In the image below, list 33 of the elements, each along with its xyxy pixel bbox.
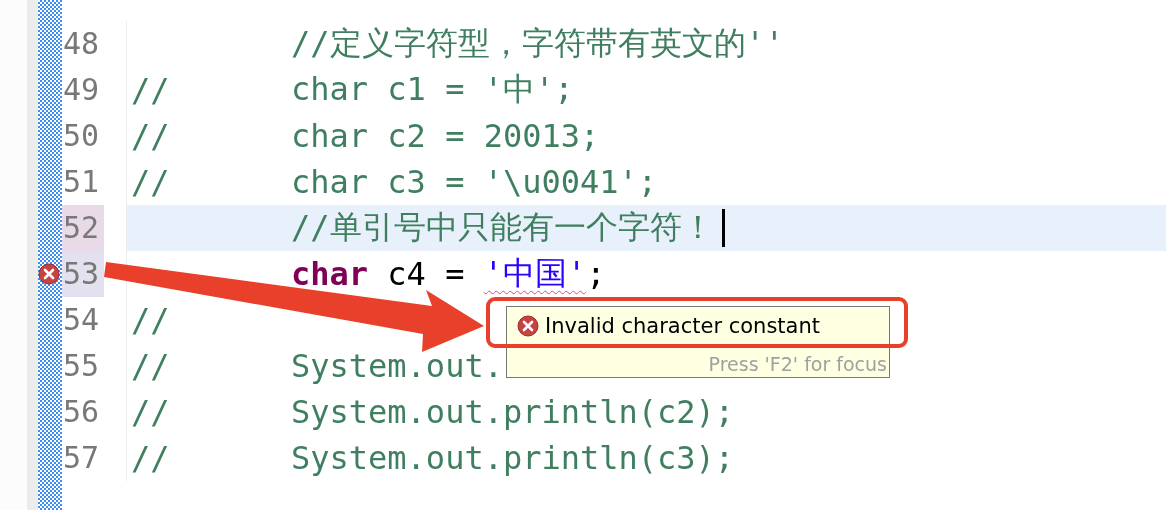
code-text: char [291, 255, 369, 293]
comment-marker: // [131, 347, 170, 385]
line-number: 57 [62, 439, 101, 477]
line-number: 56 [62, 393, 101, 431]
comment-marker: // [131, 301, 170, 339]
comment-marker: // [131, 71, 170, 109]
line-number: 49 [62, 71, 101, 109]
code-text: //单引号中只能有一个字符！ [291, 207, 714, 248]
code-text: c4 = [386, 255, 466, 293]
code-text: char c1 = '中'; [291, 69, 574, 110]
line-number: 50 [62, 117, 101, 155]
line-number: 52 [62, 205, 104, 251]
code-text: System.out. [291, 347, 503, 385]
line-number: 55 [62, 347, 101, 385]
comment-marker: // [131, 117, 170, 155]
text-caret [721, 209, 725, 247]
comment-marker: // [131, 393, 170, 431]
comment-marker: // [131, 163, 170, 201]
line-number: 54 [62, 301, 101, 339]
line-number: 53 [62, 251, 104, 297]
line-number: 51 [62, 163, 101, 201]
code-text: System.out.println(c3); [291, 439, 735, 477]
error-message: Invalid character constant [545, 314, 820, 338]
code-text: char c2 = 20013; [291, 117, 600, 155]
comment-marker: // [131, 439, 170, 477]
code-text: '中国' [483, 253, 587, 294]
code-text: //定义字符型，字符带有英文的'' [291, 23, 785, 64]
line-number: 48 [62, 25, 101, 63]
code-text: ; [586, 255, 606, 293]
code-text: char c3 = '\u0041'; [291, 163, 658, 201]
error-icon [517, 315, 539, 337]
focus-hint: Press 'F2' for focus [708, 353, 887, 375]
code-text: System.out.println(c2); [291, 393, 735, 431]
